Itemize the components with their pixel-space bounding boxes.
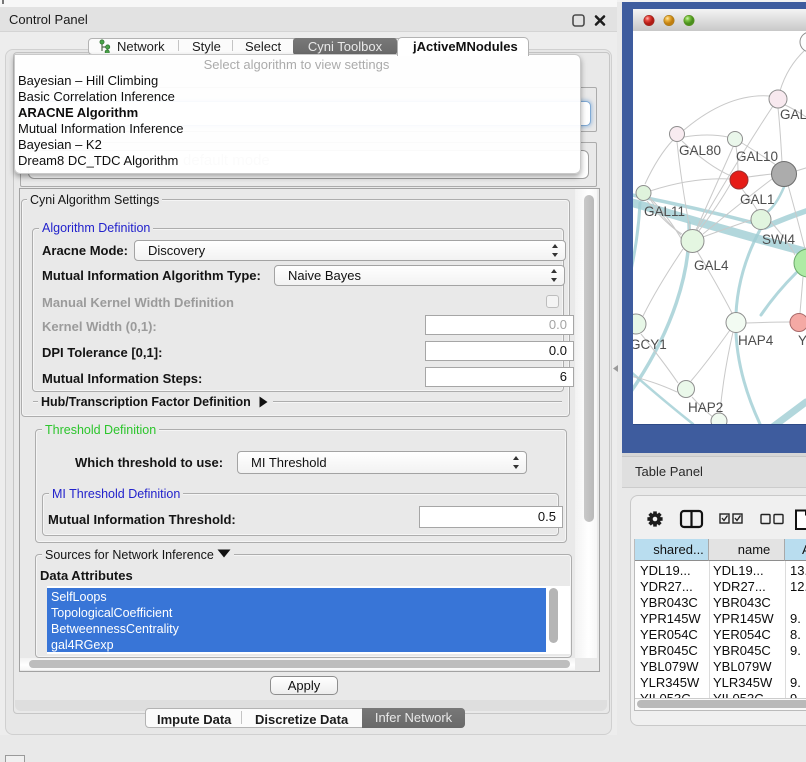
- svg-text:GCY1: GCY1: [633, 337, 667, 352]
- svg-text:GAL11: GAL11: [644, 204, 685, 219]
- svg-text:SWI4: SWI4: [762, 232, 795, 247]
- svg-text:GAL10: GAL10: [736, 149, 778, 164]
- svg-text:HAP4: HAP4: [738, 333, 774, 348]
- svg-text:GAL4: GAL4: [694, 258, 729, 273]
- svg-text:GAL2: GAL2: [780, 107, 806, 122]
- svg-text:GAL80: GAL80: [679, 143, 721, 158]
- svg-text:YDR: YDR: [798, 333, 806, 348]
- svg-text:GAL1: GAL1: [740, 192, 775, 207]
- svg-text:HAP2: HAP2: [688, 400, 723, 415]
